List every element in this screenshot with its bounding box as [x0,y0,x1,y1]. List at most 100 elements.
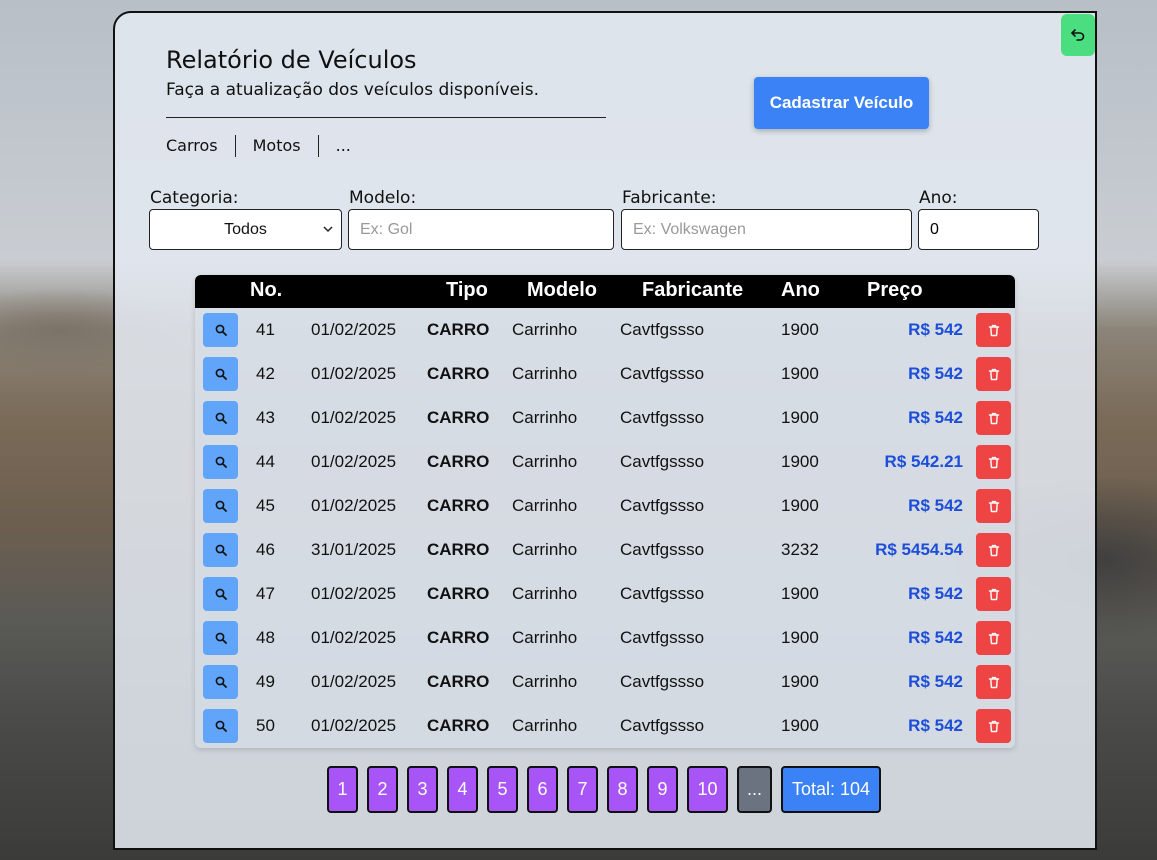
cell-ano: 1900 [781,496,819,515]
cell-modelo: Carrinho [512,628,578,647]
ano-label: Ano: [919,188,958,208]
trash-icon [988,588,999,600]
cell-fabricante: Cavtfgssso [620,364,705,383]
table-row: 43 01/02/2025 CARRO Carrinho Cavtfgssso … [195,396,1015,440]
page-button-2[interactable]: 2 [367,766,398,813]
total-count-badge: Total: 104 [781,766,881,813]
delete-button[interactable] [976,577,1011,611]
cell-modelo: Carrinho [512,540,578,559]
search-icon [215,720,227,732]
view-button[interactable] [203,401,238,435]
delete-button[interactable] [976,357,1011,391]
cell-fabricante: Cavtfgssso [620,452,705,471]
register-vehicle-button[interactable]: Cadastrar Veículo [754,77,929,129]
view-button[interactable] [203,489,238,523]
table-row: 48 01/02/2025 CARRO Carrinho Cavtfgssso … [195,616,1015,660]
table-header: No. Tipo Modelo Fabricante Ano Preço [195,275,1015,308]
modelo-input[interactable]: Ex: Gol [348,209,614,250]
delete-button[interactable] [976,313,1011,347]
cell-date: 01/02/2025 [311,628,397,647]
view-button[interactable] [203,709,238,743]
table-row: 50 01/02/2025 CARRO Carrinho Cavtfgssso … [195,704,1015,748]
search-icon [215,676,227,688]
cell-date: 01/02/2025 [311,716,397,735]
categoria-select[interactable]: Todos [149,209,342,250]
cell-preco: R$ 542 [908,716,963,735]
page-button-4[interactable]: 4 [447,766,478,813]
header-modelo: Modelo [527,279,597,301]
cell-ano: 1900 [781,584,819,603]
table-row: 47 01/02/2025 CARRO Carrinho Cavtfgssso … [195,572,1015,616]
cell-ano: 3232 [781,540,819,559]
page-button-8[interactable]: 8 [607,766,638,813]
header-tipo: Tipo [446,279,488,301]
page-button-3[interactable]: 3 [407,766,438,813]
cell-modelo: Carrinho [512,364,578,383]
tab-motos[interactable]: Motos [234,135,318,157]
delete-button[interactable] [976,709,1011,743]
cell-modelo: Carrinho [512,408,578,427]
cell-fabricante: Cavtfgssso [620,408,705,427]
ano-input[interactable]: 0 [918,209,1039,250]
cell-no: 45 [256,496,275,515]
page-button-7[interactable]: 7 [567,766,598,813]
cell-ano: 1900 [781,716,819,735]
cell-tipo: CARRO [427,452,490,471]
tab-carros[interactable]: Carros [166,135,235,157]
cell-fabricante: Cavtfgssso [620,672,705,691]
tab-more[interactable]: ... [317,135,368,157]
page-button-10[interactable]: 10 [687,766,728,813]
view-button[interactable] [203,533,238,567]
vehicles-table: No. Tipo Modelo Fabricante Ano Preço 41 … [195,275,1015,748]
trash-icon [988,368,999,380]
page-button-5[interactable]: 5 [487,766,518,813]
fabricante-label: Fabricante: [622,188,717,208]
view-button[interactable] [203,621,238,655]
cell-modelo: Carrinho [512,584,578,603]
page-more-button[interactable]: ... [737,766,772,813]
search-icon [215,500,227,512]
delete-button[interactable] [976,665,1011,699]
table-row: 45 01/02/2025 CARRO Carrinho Cavtfgssso … [195,484,1015,528]
cell-date: 01/02/2025 [311,452,397,471]
cell-fabricante: Cavtfgssso [620,716,705,735]
ano-value: 0 [930,220,939,238]
page-button-9[interactable]: 9 [647,766,678,813]
categoria-label: Categoria: [150,188,239,208]
delete-button[interactable] [976,621,1011,655]
page-button-6[interactable]: 6 [527,766,558,813]
view-button[interactable] [203,577,238,611]
delete-button[interactable] [976,445,1011,479]
fabricante-input[interactable]: Ex: Volkswagen [621,209,912,250]
cell-tipo: CARRO [427,716,490,735]
delete-button[interactable] [976,533,1011,567]
search-icon [215,368,227,380]
delete-button[interactable] [976,489,1011,523]
back-button[interactable] [1061,14,1095,56]
cell-date: 01/02/2025 [311,320,397,339]
cell-tipo: CARRO [427,408,490,427]
cell-preco: R$ 542 [908,672,963,691]
cell-tipo: CARRO [427,584,490,603]
cell-ano: 1900 [781,364,819,383]
cell-no: 44 [256,452,275,471]
delete-button[interactable] [976,401,1011,435]
view-button[interactable] [203,313,238,347]
cell-preco: R$ 5454.54 [875,540,963,559]
view-button[interactable] [203,357,238,391]
fabricante-placeholder: Ex: Volkswagen [633,220,746,238]
trash-icon [988,456,999,468]
view-button[interactable] [203,665,238,699]
view-button[interactable] [203,445,238,479]
cell-fabricante: Cavtfgssso [620,320,705,339]
trash-icon [988,544,999,556]
trash-icon [988,720,999,732]
page-button-1[interactable]: 1 [327,766,358,813]
cell-preco: R$ 542 [908,320,963,339]
modelo-label: Modelo: [349,188,417,208]
cell-ano: 1900 [781,628,819,647]
search-icon [215,324,227,336]
page-title: Relatório de Veículos [166,46,417,74]
cell-ano: 1900 [781,320,819,339]
cell-modelo: Carrinho [512,496,578,515]
